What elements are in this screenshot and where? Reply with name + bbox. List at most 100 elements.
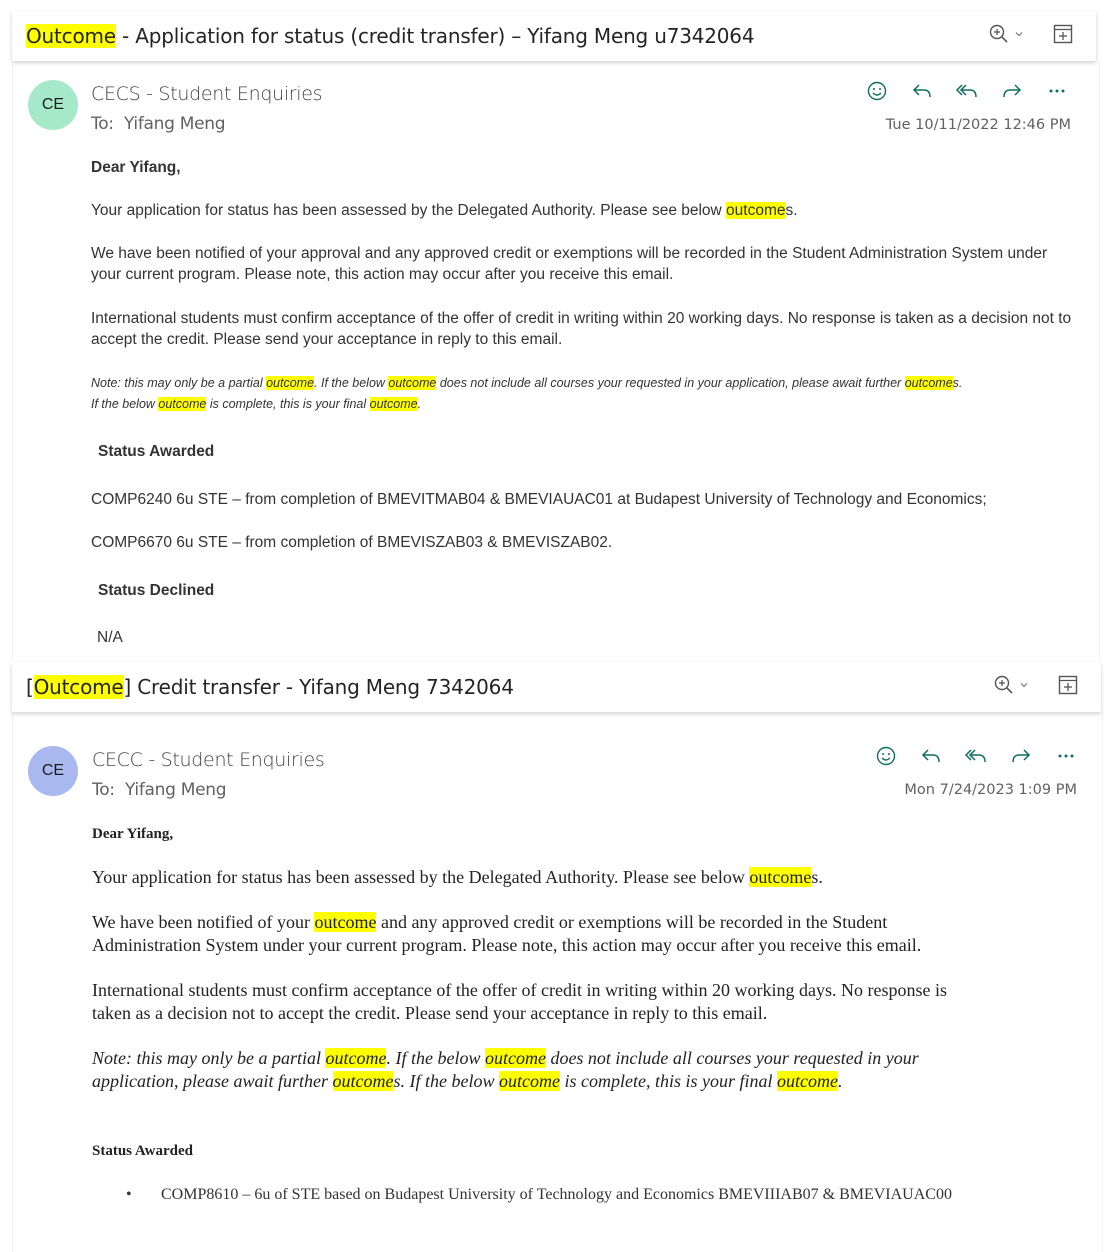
header-tools: [993, 674, 1079, 696]
text: is complete, this is your final: [206, 397, 370, 411]
text: .: [417, 397, 422, 411]
highlight: outcome: [325, 1048, 387, 1068]
chevron-down-icon: [1015, 32, 1023, 37]
highlight: outcome: [158, 397, 207, 411]
text: and any approved credit or exemptions wi…: [376, 912, 888, 932]
highlight: outcome: [904, 376, 953, 390]
forward-button[interactable]: [1007, 742, 1035, 770]
recipient-line: To: Yifang Meng: [91, 114, 226, 134]
status-declined-heading: Status Declined: [98, 582, 215, 599]
sender-name[interactable]: CECC - Student Enquiries: [92, 749, 325, 771]
message-body: Dear Yifang, Your application for status…: [92, 823, 1082, 1243]
reply-button[interactable]: [908, 77, 936, 105]
emoji-icon: [876, 746, 896, 766]
text: Note: this may only be a partial: [92, 1048, 326, 1068]
to-name[interactable]: Yifang Meng: [124, 114, 226, 134]
to-name[interactable]: Yifang Meng: [125, 780, 227, 800]
message-actions: [872, 742, 1080, 770]
paragraph-3: International students must confirm acce…: [91, 310, 1072, 348]
thread-header-2: [Outcome] Credit transfer - Yifang Meng …: [12, 662, 1101, 712]
zoom-in-icon: [989, 24, 1008, 43]
avatar-initials: CE: [41, 96, 65, 113]
chevron-down-icon: [1020, 683, 1028, 688]
message-actions: [863, 77, 1071, 105]
forward-icon: [1012, 749, 1031, 763]
highlight: outcome: [332, 1071, 394, 1091]
reply-all-button[interactable]: [953, 77, 981, 105]
subject-highlight: Outcome: [26, 24, 116, 48]
more-icon: [1058, 754, 1074, 758]
subject-text: ] Credit transfer - Yifang Meng 7342064: [123, 675, 514, 699]
subject-1: Outcome - Application for status (credit…: [26, 24, 755, 48]
text: taken as a decision not to accept the cr…: [92, 1003, 768, 1023]
react-button[interactable]: [872, 742, 900, 770]
zoom-button[interactable]: [988, 23, 1024, 45]
status-awarded-heading: Status Awarded: [92, 1143, 193, 1159]
bullet: •: [126, 1186, 132, 1203]
thread-header-1: Outcome - Application for status (credit…: [12, 11, 1096, 61]
zoom-in-icon: [994, 675, 1013, 694]
highlight: outcome: [484, 1048, 546, 1068]
paragraph-2: We have been notified of your approval a…: [91, 245, 1048, 283]
text: is complete, this is your final: [559, 1071, 777, 1091]
greeting: Dear Yifang,: [91, 159, 181, 176]
open-in-window-icon[interactable]: [1052, 23, 1074, 45]
subject-2: [Outcome] Credit transfer - Yifang Meng …: [26, 675, 514, 699]
subject-highlight: Outcome: [33, 675, 124, 699]
awarded-item: COMP6670 6u STE – from completion of BME…: [91, 534, 613, 551]
text: Administration System under your current…: [92, 935, 922, 955]
open-in-window-icon[interactable]: [1057, 674, 1079, 696]
avatar: CE: [28, 746, 78, 796]
highlight: outcome: [776, 1071, 838, 1091]
text: If the below: [91, 397, 159, 411]
highlight: outcome: [369, 397, 418, 411]
text: . If the below: [386, 1048, 485, 1068]
reply-icon: [912, 84, 931, 98]
to-label: To:: [91, 114, 114, 134]
text: . If the below: [314, 376, 389, 390]
reply-all-icon: [964, 749, 986, 763]
zoom-button[interactable]: [993, 674, 1029, 696]
text: application, please await further: [92, 1071, 333, 1091]
react-button[interactable]: [863, 77, 891, 105]
text: s. If the below: [393, 1071, 499, 1091]
greeting: Dear Yifang,: [92, 826, 174, 842]
reply-all-icon: [955, 84, 977, 98]
forward-button[interactable]: [998, 77, 1026, 105]
awarded-item: COMP6240 6u STE – from completion of BME…: [91, 491, 987, 508]
header-tools: [988, 23, 1074, 45]
reply-all-button[interactable]: [962, 742, 990, 770]
text: International students must confirm acce…: [92, 980, 947, 1000]
paragraph-1: Your application for status has been ass…: [91, 200, 1081, 221]
message-1: CE CECS - Student Enquiries To: Yifang M…: [12, 62, 1100, 660]
avatar-initials: CE: [41, 762, 65, 779]
highlight: outcome: [749, 867, 812, 887]
text: We have been notified of your: [92, 912, 315, 932]
message-date: Tue 10/11/2022 12:46 PM: [885, 117, 1071, 133]
message-2: CE CECC - Student Enquiries To: Yifang M…: [12, 712, 1103, 1252]
highlight: outcome: [498, 1071, 560, 1091]
text: Note: this may only be a partial: [91, 376, 267, 390]
text: Your application for status has been ass…: [92, 867, 750, 887]
partial-note: Note: this may only be a partial outcome…: [92, 1047, 1082, 1093]
partial-note: Note: this may only be a partial outcome…: [91, 373, 1081, 415]
sender-name[interactable]: CECS - Student Enquiries: [91, 83, 323, 105]
paragraph-3: International students must confirm acce…: [92, 979, 1082, 1025]
reply-icon: [921, 749, 940, 763]
reply-button[interactable]: [917, 742, 945, 770]
text: does not include all courses your reques…: [436, 376, 905, 390]
text: does not include all courses your reques…: [545, 1048, 919, 1068]
subject-text: - Application for status (credit transfe…: [115, 24, 755, 48]
forward-icon: [1003, 84, 1022, 98]
to-label: To:: [92, 780, 115, 800]
subject-bracket: [: [26, 675, 34, 699]
message-date: Mon 7/24/2023 1:09 PM: [904, 782, 1077, 798]
more-icon: [1049, 89, 1065, 93]
text: Your application for status has been ass…: [91, 202, 727, 219]
text: .: [837, 1071, 843, 1091]
paragraph-1: Your application for status has been ass…: [92, 866, 1082, 889]
declined-value: N/A: [97, 629, 123, 646]
awarded-item: COMP8610 – 6u of STE based on Budapest U…: [161, 1186, 952, 1203]
more-actions-button[interactable]: [1052, 742, 1080, 770]
more-actions-button[interactable]: [1043, 77, 1071, 105]
